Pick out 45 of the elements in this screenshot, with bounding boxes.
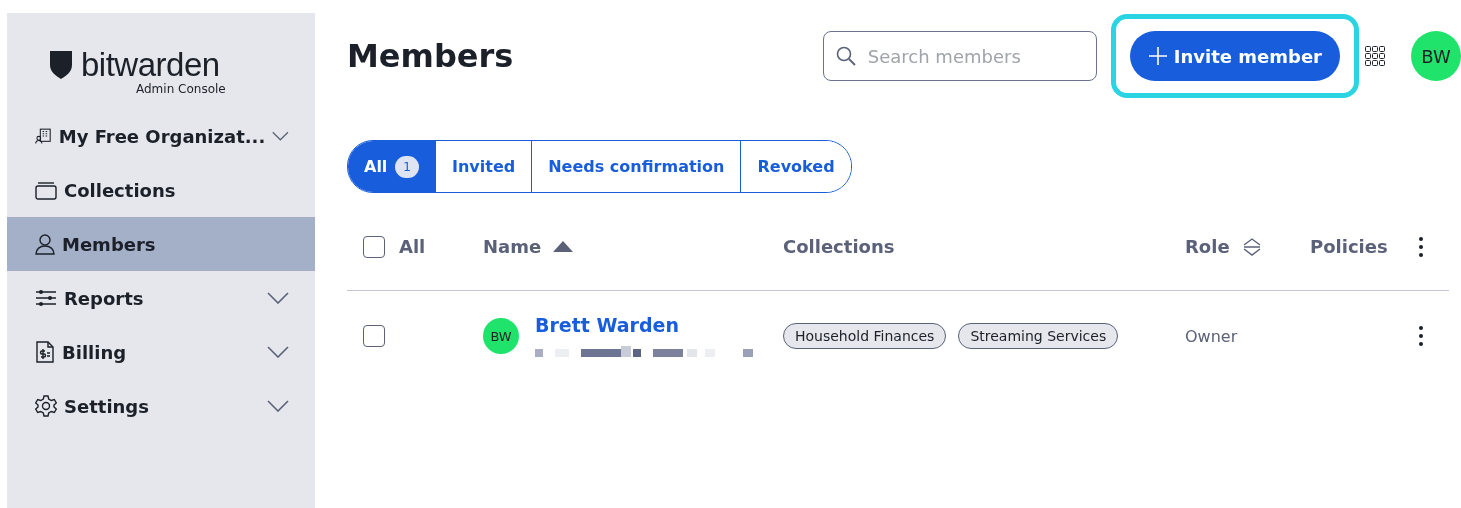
role-text: Owner (1185, 326, 1239, 346)
filter-tab[interactable]: All 1 (348, 141, 435, 192)
more-options-icon[interactable] (1419, 326, 1423, 346)
more-options-icon[interactable] (1419, 236, 1423, 257)
column-header[interactable]: Name (483, 236, 542, 257)
search-input[interactable]: Search members (865, 44, 1070, 68)
select-all-checkbox[interactable] (363, 235, 385, 258)
sort-ascending-icon[interactable] (553, 241, 574, 252)
chevron-down-icon[interactable] (267, 292, 289, 304)
invoice-icon (35, 341, 55, 363)
column-header: All (399, 236, 426, 257)
sidebar-item[interactable]: Billing (7, 325, 315, 379)
column-header[interactable]: Collections (783, 236, 895, 257)
collection-tag: Streaming Services (958, 323, 1119, 349)
folder-stack-icon (35, 180, 57, 200)
sort-icon[interactable] (1241, 237, 1262, 256)
sidebar-item[interactable]: Reports (7, 271, 315, 325)
plus-icon (1147, 46, 1168, 66)
sidebar-item[interactable]: My Free Organizat... (7, 109, 315, 163)
search-field[interactable]: Search members (822, 31, 1097, 81)
logo-subtitle: Admin Console (136, 82, 226, 96)
column-header[interactable]: Policies (1310, 236, 1388, 257)
invite-member-button[interactable]: Invite member (1129, 31, 1340, 81)
search-icon (835, 46, 856, 66)
member-avatar: BW (483, 318, 519, 354)
shield-icon (49, 50, 73, 80)
chevron-down-icon[interactable] (272, 130, 289, 142)
app-grid-icon[interactable] (1365, 46, 1385, 66)
person-icon (35, 233, 55, 255)
logo-text: bitwarden (81, 49, 220, 81)
member-name-link[interactable]: Brett Warden (535, 314, 755, 336)
user-avatar[interactable]: BW (1411, 31, 1461, 81)
settings-icon (35, 395, 57, 417)
chevron-down-icon[interactable] (267, 346, 289, 358)
page-title: Members (347, 37, 515, 75)
collection-tag: Household Finances (783, 323, 947, 349)
chevron-down-icon[interactable] (267, 400, 289, 412)
sliders-icon (35, 288, 57, 308)
sidebar-item[interactable]: Members (7, 217, 315, 271)
filter-tab[interactable]: Revoked (740, 141, 851, 192)
row-checkbox[interactable] (363, 325, 385, 347)
sidebar-item[interactable]: Settings (7, 379, 315, 433)
column-header[interactable]: Role (1185, 236, 1230, 257)
count-badge: 1 (395, 155, 419, 178)
sidebar-item[interactable]: Collections (7, 163, 315, 217)
